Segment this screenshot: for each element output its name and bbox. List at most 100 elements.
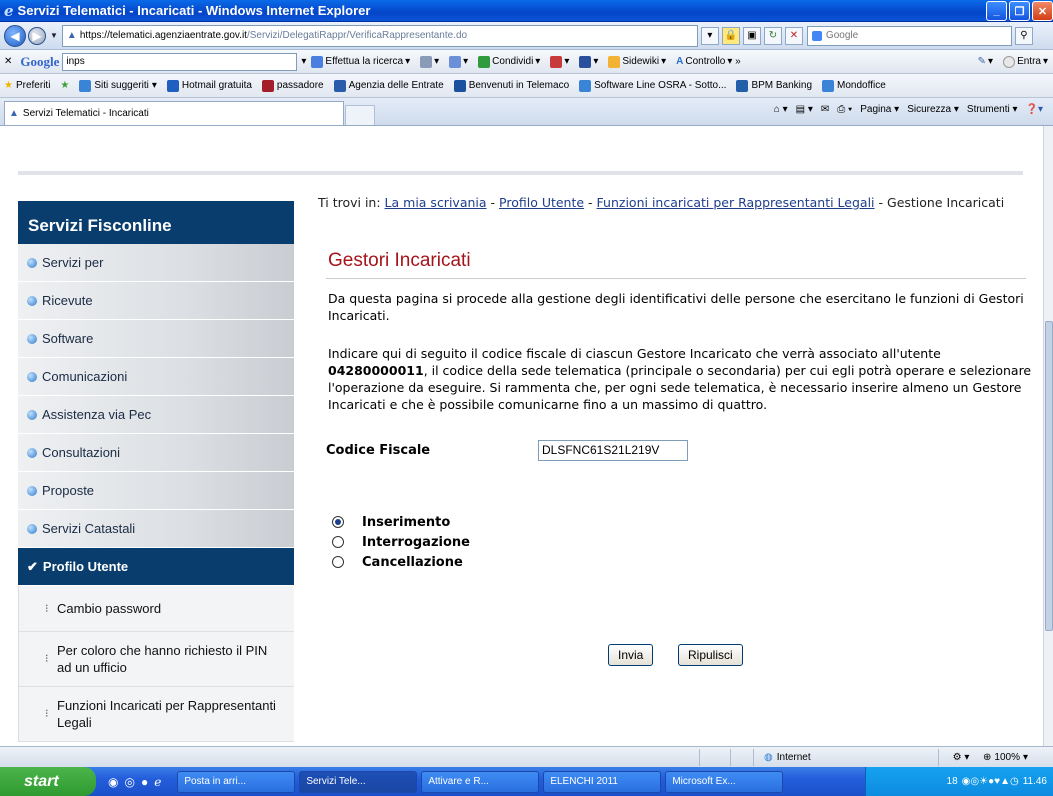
sidebar-item-assistenza-pec[interactable]: Assistenza via Pec — [18, 396, 294, 434]
help-icon[interactable]: ❓▾ — [1026, 104, 1043, 115]
google-dropdown-icon[interactable]: ▾ — [301, 56, 306, 67]
home-icon[interactable]: ⌂ ▾ — [774, 104, 788, 115]
invia-button[interactable]: Invia — [608, 644, 654, 666]
feeds-icon[interactable]: ▤ ▾ — [796, 104, 813, 115]
google-search-input[interactable]: inps — [62, 52, 298, 71]
fav-item-mondoffice[interactable]: Mondoffice — [822, 79, 886, 92]
task-excel[interactable]: Microsoft Ex... — [665, 770, 784, 793]
sidebar-item-proposte[interactable]: Proposte — [18, 472, 294, 510]
radio-inserimento[interactable]: Inserimento — [332, 512, 470, 532]
tab-servizi-telematici[interactable]: ▲ Servizi Telematici - Incaricati — [4, 101, 344, 125]
tray-icons[interactable]: ◉◎☀●♥▲◷ — [962, 776, 1019, 787]
maximize-button[interactable]: ❐ — [1009, 1, 1030, 21]
task-servizi-tele[interactable]: Servizi Tele... — [299, 770, 418, 793]
codice-fiscale-label: Codice Fiscale — [326, 443, 431, 458]
sidebar-item-comunicazioni[interactable]: Comunicazioni — [18, 358, 294, 396]
ripulisci-button[interactable]: Ripulisci — [678, 644, 743, 666]
lock-icon[interactable]: 🔒 — [721, 26, 740, 45]
close-toolbar-icon[interactable]: ✕ — [4, 56, 12, 67]
scrollbar-thumb[interactable] — [1045, 321, 1053, 631]
quicklaunch-icon-1[interactable]: ◉ — [108, 775, 118, 789]
radio-interrogazione[interactable]: Interrogazione — [332, 532, 470, 552]
toolbar-controllo[interactable]: A Controllo ▾ » — [676, 56, 741, 67]
fav-item-siti-suggeriti[interactable]: Siti suggeriti ▾ — [79, 79, 157, 92]
fav-item-bpm-banking[interactable]: BPM Banking — [736, 79, 812, 92]
codice-fiscale-input[interactable]: DLSFNC61S21L219V — [538, 440, 688, 461]
toolbar-icon-b[interactable]: ▾ — [449, 55, 468, 68]
breadcrumb-link-funzioni[interactable]: Funzioni incaricati per Rappresentanti L… — [597, 195, 875, 210]
submenu: ⁝ Cambio password ⁝ Per coloro che hanno r… — [18, 586, 294, 742]
breadcrumb-link-profilo[interactable]: Profilo Utente — [499, 195, 584, 210]
top-divider — [18, 171, 1023, 175]
quicklaunch-icon-3[interactable]: ● — [141, 775, 148, 789]
start-button[interactable]: start — [0, 767, 96, 796]
favorites-button[interactable]: ★ Preferiti — [4, 80, 50, 91]
toolbar-condividi[interactable]: Condividi ▾ — [478, 55, 540, 68]
sidebar-item-ricevute[interactable]: Ricevute — [18, 282, 294, 320]
toolbar-entra[interactable]: Entra ▾ — [1003, 55, 1048, 68]
close-button[interactable]: ✕ — [1032, 1, 1053, 21]
fav-item-telemaco[interactable]: Benvenuti in Telemaco — [453, 79, 569, 92]
add-favorite-icon[interactable]: ★ — [60, 80, 69, 91]
address-input[interactable]: ▲ https://telematici.agenziaentrate.gov.… — [61, 24, 698, 47]
main-content: Ti trovi in: La mia scrivania - Profilo … — [318, 194, 1031, 666]
task-attivare[interactable]: Attivare e R... — [421, 770, 540, 793]
radio-selected-icon[interactable] — [332, 516, 344, 528]
toolbar-effettua-ricerca[interactable]: Effettua la ricerca ▾ — [311, 55, 410, 68]
task-elenchi[interactable]: ELENCHI 2011 — [543, 770, 662, 793]
fav-item-passadore[interactable]: passadore — [261, 79, 324, 92]
new-tab-button[interactable] — [345, 105, 375, 125]
compat-view-icon[interactable]: ▣ — [742, 26, 761, 45]
favorites-bar: ★ Preferiti ★ Siti suggeriti ▾ Hotmail gr… — [0, 74, 1053, 98]
search-input[interactable]: Google — [806, 25, 1012, 46]
quick-launch: ◉ ◎ ● ℯ — [108, 775, 161, 789]
radio-icon[interactable] — [332, 556, 344, 568]
submenu-item-funzioni-incaricati[interactable]: ⁝ Funzioni Incaricati per Rappresentanti … — [19, 687, 294, 742]
zoom-control[interactable]: ⊕ 100% ▾ — [983, 752, 1053, 763]
search-placeholder: Google — [825, 30, 859, 41]
toolbar-icon-d[interactable]: ▾ — [579, 55, 598, 68]
tray-badge[interactable]: 18 — [947, 776, 958, 787]
stop-icon[interactable]: ✕ — [784, 26, 803, 45]
search-go-icon[interactable]: ⚲ — [1014, 26, 1033, 45]
forward-button[interactable]: ▶ — [28, 26, 46, 45]
print-icon[interactable]: ⎙ ▾ — [837, 104, 852, 115]
fav-item-agenzia-entrate[interactable]: Agenzia delle Entrate — [333, 79, 444, 92]
toolbar-icon-c[interactable]: ▾ — [550, 55, 569, 68]
fav-item-software-line[interactable]: Software Line OSRA - Sotto... — [579, 79, 726, 92]
mail-icon[interactable]: ✉ — [821, 104, 829, 115]
cmd-pagina[interactable]: Pagina ▾ — [860, 104, 899, 115]
breadcrumb-link-scrivania[interactable]: La mia scrivania — [385, 195, 487, 210]
page-icon: ▲ — [66, 30, 77, 41]
protected-mode-icon[interactable]: ⚙ ▾ — [939, 752, 983, 763]
toolbar-icon-a[interactable]: ▾ — [420, 55, 439, 68]
fav-item-hotmail[interactable]: Hotmail gratuita — [166, 79, 252, 92]
cmd-sicurezza[interactable]: Sicurezza ▾ — [907, 104, 959, 115]
sidebar-item-servizi-per[interactable]: Servizi per — [18, 244, 294, 282]
back-button[interactable]: ◀ — [4, 24, 26, 47]
radio-cancellazione[interactable]: Cancellazione — [332, 552, 470, 572]
page-content: Servizi Fisconline Servizi per Ricevute … — [0, 126, 1043, 746]
security-zone: ◍ Internet — [764, 751, 811, 763]
address-dropdown-icon[interactable]: ▾ — [700, 26, 719, 45]
submenu-item-pin-ufficio[interactable]: ⁝ Per coloro che hanno richiesto il PIN a… — [19, 632, 294, 687]
zoom-icon: ⊕ — [983, 751, 992, 763]
sidebar-item-software[interactable]: Software — [18, 320, 294, 358]
quicklaunch-ie-icon[interactable]: ℯ — [154, 775, 161, 789]
cmd-strumenti[interactable]: Strumenti ▾ — [967, 104, 1018, 115]
quicklaunch-icon-2[interactable]: ◎ — [124, 775, 134, 789]
radio-icon[interactable] — [332, 536, 344, 548]
task-posta[interactable]: Posta in arri... — [177, 770, 296, 793]
toolbar-sidewiki[interactable]: Sidewiki ▾ — [608, 55, 666, 68]
toolbar-settings-icon[interactable]: ✎ ▾ — [978, 56, 993, 67]
minimize-button[interactable]: _ — [986, 1, 1007, 21]
page-title: Gestori Incaricati — [328, 250, 471, 271]
sidebar-item-consultazioni[interactable]: Consultazioni — [18, 434, 294, 472]
sidebar-item-servizi-catastali[interactable]: Servizi Catastali — [18, 510, 294, 548]
title-divider — [326, 278, 1026, 279]
history-dropdown-icon[interactable]: ▼ — [50, 31, 58, 40]
refresh-icon[interactable]: ↻ — [763, 26, 782, 45]
submenu-item-cambio-password[interactable]: ⁝ Cambio password — [19, 586, 294, 632]
vertical-scrollbar[interactable] — [1043, 126, 1053, 746]
sidebar-item-profilo-utente[interactable]: ✔ Profilo Utente — [18, 548, 294, 586]
